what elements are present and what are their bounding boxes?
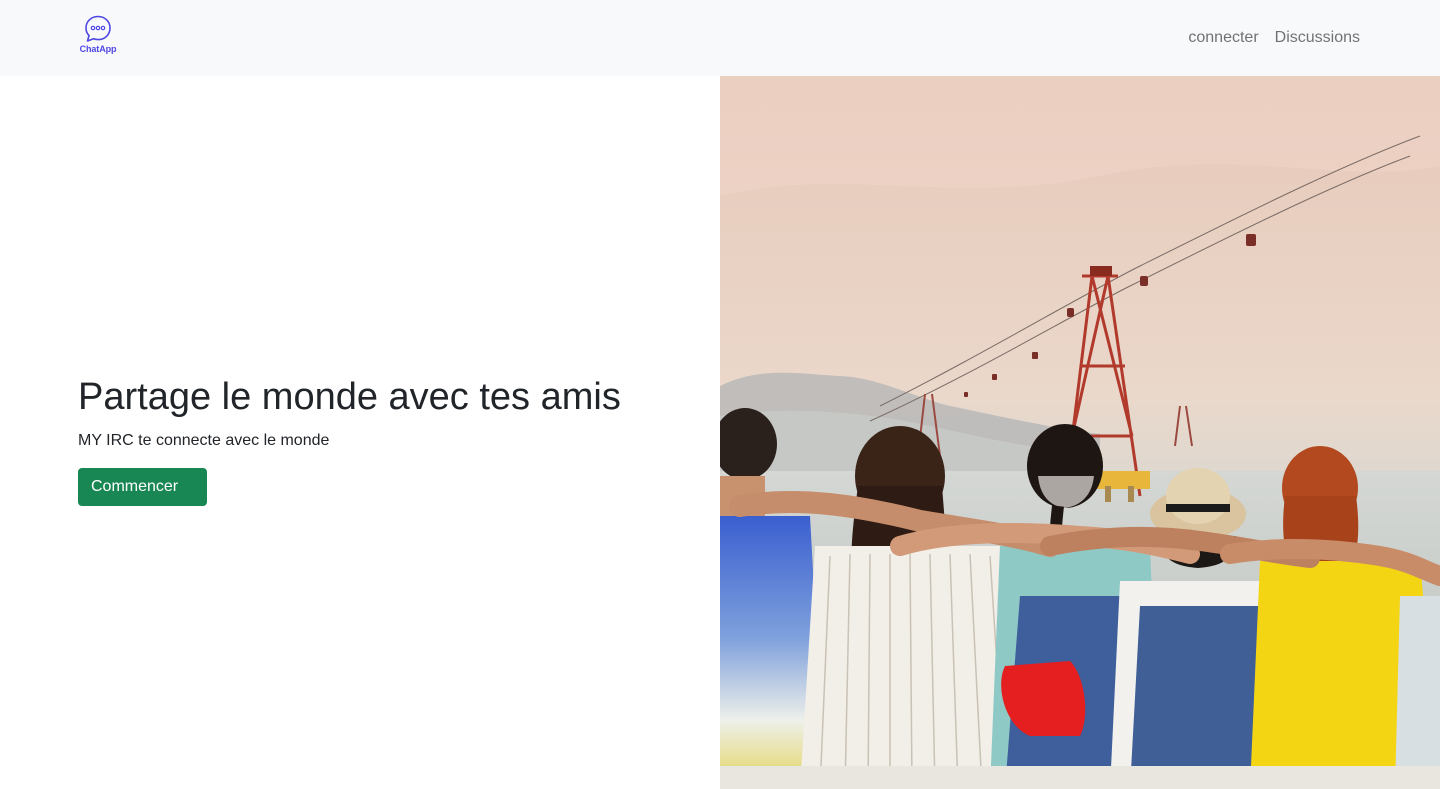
start-button[interactable]: Commencer bbox=[78, 468, 207, 506]
brand-label: ChatApp bbox=[79, 44, 117, 54]
nav-links: connecter Discussions bbox=[1188, 27, 1360, 49]
hero-subtitle: MY IRC te connecte avec le monde bbox=[78, 432, 330, 449]
friends-by-the-sea-photo bbox=[720, 76, 1440, 789]
nav-link-discussions[interactable]: Discussions bbox=[1275, 27, 1360, 49]
chat-bubble-icon bbox=[85, 15, 111, 42]
brand-logo[interactable]: ChatApp bbox=[78, 14, 118, 60]
navbar: ChatApp connecter Discussions bbox=[0, 0, 1440, 76]
hero-title: Partage le monde avec tes amis bbox=[78, 376, 621, 418]
hero-image bbox=[720, 76, 1440, 789]
nav-link-connecter[interactable]: connecter bbox=[1188, 27, 1258, 49]
